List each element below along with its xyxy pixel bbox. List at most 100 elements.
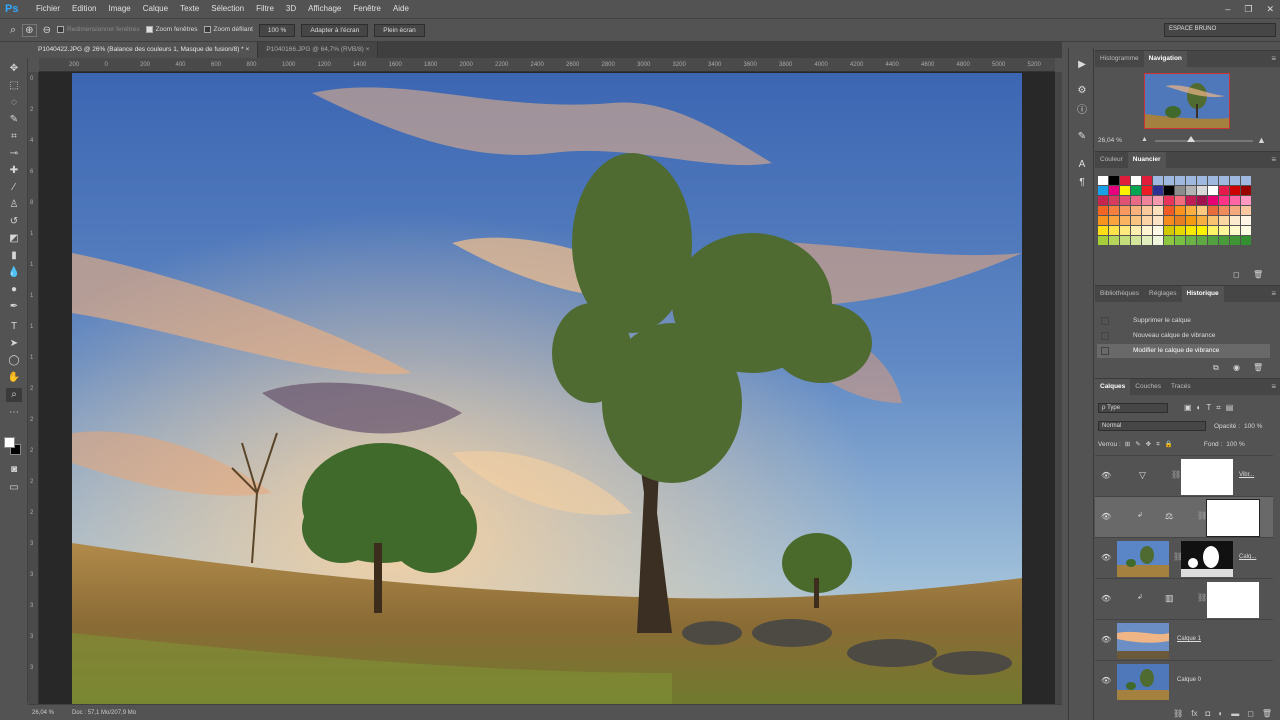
- tab-libraries[interactable]: Bibliothèques: [1095, 286, 1144, 302]
- color-swatch[interactable]: [1197, 186, 1208, 196]
- layer-vibrance[interactable]: 👁 ▽ ⛓ Vibr...: [1095, 455, 1273, 496]
- color-swatch[interactable]: [1175, 206, 1186, 216]
- tab-adjustments[interactable]: Réglages: [1144, 286, 1181, 302]
- color-swatch[interactable]: [1098, 206, 1109, 216]
- color-swatch[interactable]: [1098, 236, 1109, 246]
- color-swatch[interactable]: [1120, 186, 1131, 196]
- color-swatch[interactable]: [1219, 226, 1230, 236]
- visibility-eye-icon[interactable]: 👁: [1101, 635, 1111, 644]
- visibility-eye-icon[interactable]: 👁: [1101, 471, 1111, 480]
- restore-icon[interactable]: ❐: [1244, 4, 1252, 15]
- add-mask-icon[interactable]: ◘: [1206, 709, 1211, 718]
- color-swatch[interactable]: [1175, 196, 1186, 206]
- panel-menu-icon[interactable]: ≡: [1271, 54, 1276, 63]
- layer-thumbnail[interactable]: [1117, 623, 1169, 659]
- menu-calque[interactable]: Calque: [137, 0, 174, 18]
- color-swatch[interactable]: [1230, 236, 1241, 246]
- color-swatch[interactable]: [1219, 176, 1230, 186]
- color-swatch[interactable]: [1230, 186, 1241, 196]
- color-swatch[interactable]: [1219, 206, 1230, 216]
- stamp-tool-icon[interactable]: ♙: [6, 198, 22, 212]
- visibility-eye-icon[interactable]: 👁: [1101, 553, 1111, 562]
- color-swatch[interactable]: [1153, 216, 1164, 226]
- history-brush-icon[interactable]: ↺: [6, 215, 22, 229]
- tab-history[interactable]: Historique: [1181, 286, 1224, 302]
- character-icon[interactable]: A: [1075, 158, 1089, 172]
- new-swatch-icon[interactable]: ◻: [1233, 270, 1240, 279]
- tab-channels[interactable]: Couches: [1130, 379, 1166, 395]
- scroll-zoom-checkbox[interactable]: Zoom défilant: [203, 26, 253, 34]
- color-swatch[interactable]: [1197, 176, 1208, 186]
- color-swatch[interactable]: [1164, 226, 1175, 236]
- color-swatch[interactable]: [1230, 216, 1241, 226]
- color-swatch[interactable]: [1120, 206, 1131, 216]
- color-swatch[interactable]: [1230, 176, 1241, 186]
- status-zoom[interactable]: 26,04 %: [32, 710, 54, 716]
- link-layers-icon[interactable]: ⛓: [1173, 709, 1183, 718]
- layer-calque-0[interactable]: 👁 Calque 0: [1095, 660, 1273, 701]
- color-swatch[interactable]: [1175, 176, 1186, 186]
- quick-select-tool-icon[interactable]: ✎: [6, 113, 22, 127]
- visibility-eye-icon[interactable]: 👁: [1101, 512, 1111, 521]
- visibility-eye-icon[interactable]: 👁: [1101, 594, 1111, 603]
- menu-image[interactable]: Image: [102, 0, 136, 18]
- color-swatch[interactable]: [1241, 226, 1252, 236]
- color-swatch[interactable]: [1120, 176, 1131, 186]
- layer-mask-thumbnail[interactable]: [1207, 582, 1259, 618]
- navigation-zoom-slider[interactable]: [1155, 136, 1253, 142]
- color-swatch[interactable]: [1142, 206, 1153, 216]
- menu-fenetre[interactable]: Fenêtre: [347, 0, 387, 18]
- swatch-grid[interactable]: [1098, 176, 1252, 246]
- color-swatch[interactable]: [1131, 216, 1142, 226]
- play-icon[interactable]: ▶: [1075, 58, 1089, 72]
- color-swatch[interactable]: [1208, 186, 1219, 196]
- link-icon[interactable]: ⛓: [1197, 511, 1207, 520]
- canvas-area[interactable]: [39, 72, 1055, 707]
- new-doc-from-state-icon[interactable]: ⧉: [1213, 363, 1219, 373]
- navigation-zoom-value[interactable]: 26,04 %: [1098, 137, 1122, 144]
- layer-thumbnail[interactable]: [1117, 664, 1169, 700]
- menu-3d[interactable]: 3D: [280, 0, 302, 18]
- color-swatch[interactable]: [1241, 236, 1252, 246]
- color-swatch[interactable]: [1208, 176, 1219, 186]
- gradient-tool-icon[interactable]: ▮: [6, 249, 22, 263]
- color-swatch[interactable]: [1186, 196, 1197, 206]
- color-swatch[interactable]: [1197, 196, 1208, 206]
- new-adjustment-icon[interactable]: ◐: [1218, 709, 1223, 718]
- color-swatch[interactable]: [1131, 176, 1142, 186]
- color-swatch[interactable]: [1109, 226, 1120, 236]
- layer-calque-1[interactable]: 👁 Calque 1: [1095, 619, 1273, 660]
- vertical-scrollbar[interactable]: [1055, 72, 1062, 704]
- color-swatch[interactable]: [1164, 176, 1175, 186]
- menu-filtre[interactable]: Filtre: [250, 0, 280, 18]
- more-tools-icon[interactable]: ⋯: [6, 406, 22, 420]
- brush-tool-icon[interactable]: ⁄: [6, 181, 22, 195]
- menu-texte[interactable]: Texte: [174, 0, 205, 18]
- color-swatch[interactable]: [1098, 226, 1109, 236]
- crop-tool-icon[interactable]: ⌗: [6, 130, 22, 144]
- color-swatch[interactable]: [1142, 236, 1153, 246]
- blur-tool-icon[interactable]: 💧: [6, 266, 22, 280]
- new-group-icon[interactable]: ▬: [1231, 709, 1239, 718]
- color-swatch[interactable]: [1208, 216, 1219, 226]
- color-swatch[interactable]: [1175, 226, 1186, 236]
- history-item[interactable]: Supprimer le calque: [1097, 314, 1270, 328]
- color-swatch[interactable]: [1164, 216, 1175, 226]
- visibility-eye-icon[interactable]: 👁: [1101, 676, 1111, 685]
- color-swatch[interactable]: [1175, 186, 1186, 196]
- menu-edition[interactable]: Edition: [66, 0, 102, 18]
- tab-histogram[interactable]: Histogramme: [1095, 51, 1144, 67]
- fit-screen-button[interactable]: Adapter à l'écran: [301, 23, 369, 37]
- layer-name[interactable]: Calque 0: [1177, 677, 1201, 683]
- link-icon[interactable]: ⛓: [1171, 470, 1181, 479]
- history-item[interactable]: Nouveau calque de vibrance: [1097, 329, 1270, 343]
- color-swatch[interactable]: [1219, 196, 1230, 206]
- panel-menu-icon[interactable]: ≡: [1271, 382, 1276, 391]
- layer-name[interactable]: Vibr...: [1239, 472, 1254, 478]
- zoom-tool-icon[interactable]: ⌕: [6, 388, 22, 402]
- panel-menu-icon[interactable]: ≡: [1271, 289, 1276, 298]
- layer-style-icon[interactable]: fx: [1191, 709, 1197, 718]
- zoom-out-icon[interactable]: ⊖: [43, 25, 51, 36]
- color-swatch[interactable]: [1109, 236, 1120, 246]
- color-swatch[interactable]: [1153, 196, 1164, 206]
